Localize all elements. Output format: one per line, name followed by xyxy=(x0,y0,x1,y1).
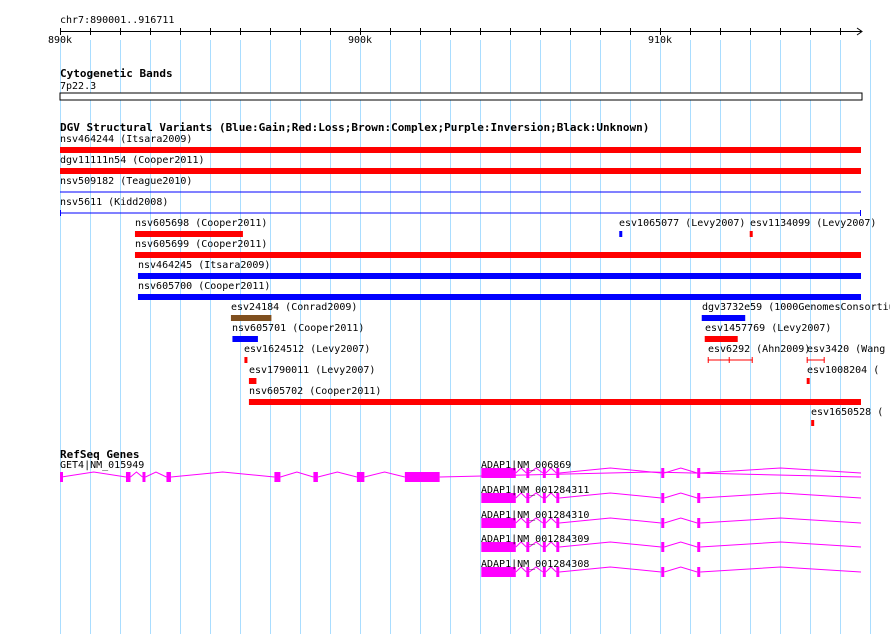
ruler-tick-label: 900k xyxy=(348,35,373,46)
cytoband-label: 7p22.3 xyxy=(60,81,97,92)
variant-label: nsv605702 (Cooper2011) xyxy=(249,386,382,397)
gene-exon[interactable] xyxy=(404,472,440,482)
gene-exon[interactable] xyxy=(697,468,701,478)
variant-bar[interactable] xyxy=(619,231,623,237)
gene-label: ADAP1|NM_001284308 xyxy=(481,559,590,570)
variant-bar[interactable] xyxy=(230,315,272,321)
gene-exon[interactable] xyxy=(661,493,665,503)
gene-exon[interactable] xyxy=(661,542,665,552)
gene-exon[interactable] xyxy=(697,493,701,503)
gene-exon[interactable] xyxy=(125,472,131,482)
variant-label: esv6292 (Ahn2009) xyxy=(708,344,811,355)
variant-bar[interactable] xyxy=(232,336,258,342)
variant-label: nsv605698 (Cooper2011) xyxy=(135,218,268,229)
region-label: chr7:890001..916711 xyxy=(60,15,175,26)
variant-label: esv1624512 (Levy2007) xyxy=(244,344,371,355)
gene-label: ADAP1|NM_006869 xyxy=(481,460,572,471)
variant-bar[interactable] xyxy=(244,357,248,363)
variant-bar[interactable] xyxy=(248,399,861,405)
variant-label: dgv11111n54 (Cooper2011) xyxy=(60,155,205,166)
variant-label: esv3420 (Wang xyxy=(807,344,886,355)
variant-bar[interactable] xyxy=(137,273,861,279)
variant-label: esv1790011 (Levy2007) xyxy=(249,365,376,376)
variant-bar[interactable] xyxy=(134,231,243,237)
gene-label: GET4|NM_015949 xyxy=(60,460,145,471)
variant-label: nsv605699 (Cooper2011) xyxy=(135,239,268,250)
gene-exon[interactable] xyxy=(359,472,365,482)
variant-bar[interactable] xyxy=(704,336,738,342)
gene-exon[interactable] xyxy=(661,567,665,577)
gene-exon[interactable] xyxy=(274,472,281,482)
variant-label: nsv605700 (Cooper2011) xyxy=(138,281,271,292)
track-canvas[interactable] xyxy=(0,0,890,634)
variant-bar[interactable] xyxy=(248,378,257,384)
gene-intron xyxy=(61,471,862,478)
gene-label: ADAP1|NM_001284309 xyxy=(481,534,590,545)
variant-bar[interactable] xyxy=(60,147,861,153)
variant-bar[interactable] xyxy=(137,294,861,300)
gene-label: ADAP1|NM_001284310 xyxy=(481,510,590,521)
gene-exon[interactable] xyxy=(166,472,171,482)
variant-bar[interactable] xyxy=(806,378,810,384)
gene-exon[interactable] xyxy=(661,468,665,478)
gene-exon[interactable] xyxy=(661,518,665,528)
variant-label: esv1134099 (Levy2007) xyxy=(750,218,877,229)
cytoband-ideogram[interactable] xyxy=(59,92,863,101)
gene-exon[interactable] xyxy=(697,567,701,577)
variant-label: nsv509182 (Teague2010) xyxy=(60,176,193,187)
gene-exon[interactable] xyxy=(142,472,146,482)
genome-browser-view[interactable]: chr7:890001..916711 Cytogenetic Bands 7p… xyxy=(0,0,890,634)
variant-label: esv1457769 (Levy2007) xyxy=(705,323,832,334)
variant-label: esv24184 (Conrad2009) xyxy=(231,302,358,313)
variant-bar[interactable] xyxy=(749,231,753,237)
variant-bar[interactable] xyxy=(134,252,861,258)
variant-label: esv1008204 ( xyxy=(807,365,880,376)
cytoband-track-title[interactable]: Cytogenetic Bands xyxy=(60,68,173,79)
gene-exon[interactable] xyxy=(697,542,701,552)
variant-bar[interactable] xyxy=(701,315,746,321)
variant-label: nsv464244 (Itsara2009) xyxy=(60,134,193,145)
gene-exon[interactable] xyxy=(313,472,318,482)
variant-bar[interactable] xyxy=(60,168,861,174)
ruler-tick-label: 910k xyxy=(648,35,673,46)
variant-label: esv1065077 (Levy2007) xyxy=(619,218,746,229)
variant-bar[interactable] xyxy=(811,420,815,426)
variant-label: esv1650528 ( xyxy=(811,407,884,418)
variant-label: dgv3732e59 (1000GenomesConsortiu xyxy=(702,302,890,313)
gene-exon[interactable] xyxy=(697,518,701,528)
variant-label: nsv5611 (Kidd2008) xyxy=(60,197,169,208)
gene-label: ADAP1|NM_001284311 xyxy=(481,485,590,496)
ruler-tick-label: 890k xyxy=(48,35,73,46)
variant-label: nsv605701 (Cooper2011) xyxy=(232,323,365,334)
gene-exon[interactable] xyxy=(60,472,63,482)
variant-label: nsv464245 (Itsara2009) xyxy=(138,260,271,271)
dgv-track-title[interactable]: DGV Structural Variants (Blue:Gain;Red:L… xyxy=(60,122,649,133)
refseq-track-title[interactable]: RefSeq Genes xyxy=(60,449,139,460)
